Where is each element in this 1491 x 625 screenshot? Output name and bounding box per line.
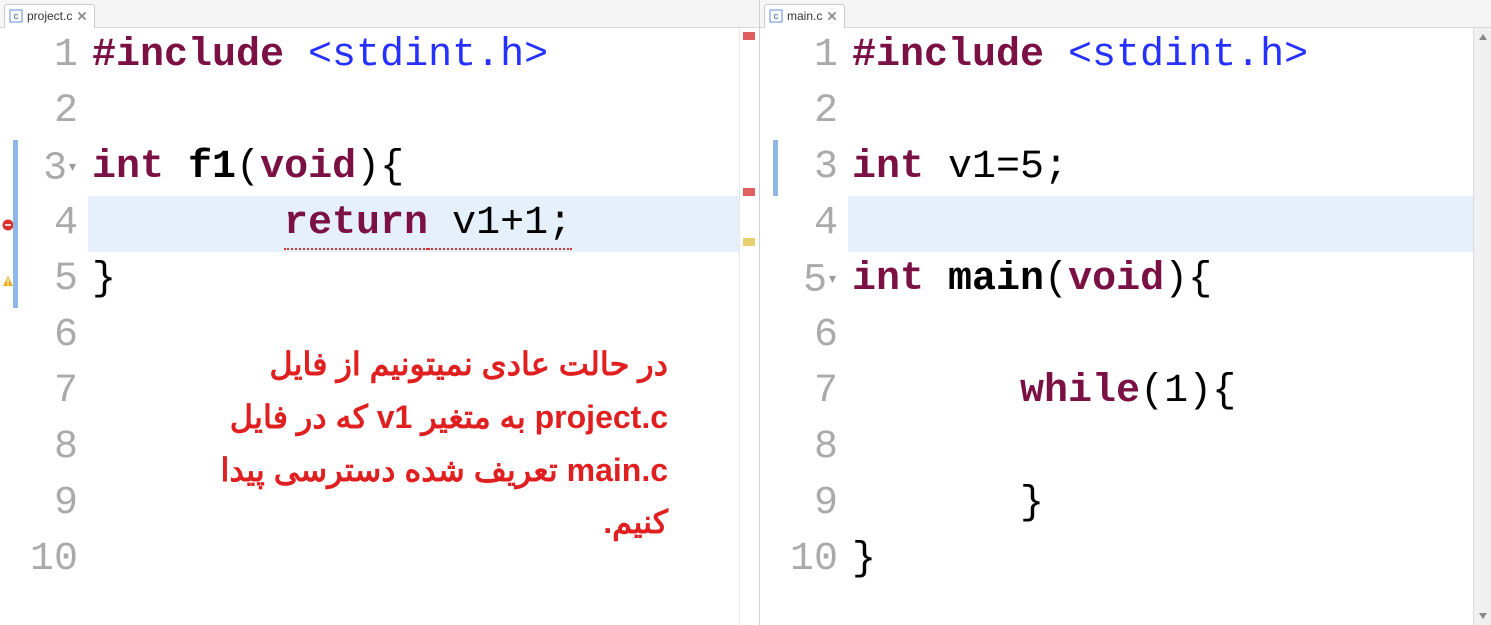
line-number: 7 xyxy=(778,364,838,420)
change-bar xyxy=(13,196,18,252)
editor-pane-right: c main.c 1 2 3 4 5▾ 6 7 8 9 10 #includ xyxy=(760,0,1491,625)
code-line-highlighted[interactable] xyxy=(848,196,1473,252)
code-line[interactable] xyxy=(848,420,1473,476)
line-number: 2 xyxy=(18,84,78,140)
code-line[interactable] xyxy=(88,84,739,140)
overview-error-mark[interactable] xyxy=(743,32,755,40)
svg-text:c: c xyxy=(774,11,779,21)
code-line[interactable]: int v1=5; xyxy=(848,140,1473,196)
marker-ruler xyxy=(0,28,18,625)
code-editor[interactable]: 1 2 3 4 5▾ 6 7 8 9 10 #include <stdint.h… xyxy=(760,28,1491,625)
scrollbar-track[interactable] xyxy=(1474,46,1491,607)
vertical-scrollbar[interactable] xyxy=(1473,28,1491,625)
change-bar xyxy=(13,252,18,308)
line-number: 6 xyxy=(18,308,78,364)
code-line[interactable]: #include <stdint.h> xyxy=(848,28,1473,84)
line-number: 10 xyxy=(18,532,78,588)
close-icon[interactable] xyxy=(826,10,838,22)
line-number: 5▾ xyxy=(778,252,838,308)
line-number: 3▾ xyxy=(18,140,78,196)
tab-bar: c project.c xyxy=(0,0,759,28)
code-line[interactable] xyxy=(848,308,1473,364)
code-line[interactable] xyxy=(848,84,1473,140)
annotation-text: در حالت عادی نمیتونیم از فایل project.c … xyxy=(148,338,668,549)
tab-label: project.c xyxy=(27,9,72,23)
code-line[interactable]: } xyxy=(848,532,1473,588)
code-line[interactable]: int f1(void){ xyxy=(88,140,739,196)
close-icon[interactable] xyxy=(76,10,88,22)
line-number: 9 xyxy=(18,476,78,532)
tab-main-c[interactable]: c main.c xyxy=(764,4,845,28)
line-number: 8 xyxy=(18,420,78,476)
code-line[interactable]: } xyxy=(848,476,1473,532)
line-number-gutter: 1 2 3 4 5▾ 6 7 8 9 10 xyxy=(778,28,848,625)
code-line[interactable]: int main(void){ xyxy=(848,252,1473,308)
tab-bar: c main.c xyxy=(760,0,1491,28)
code-area[interactable]: #include <stdint.h> int v1=5; int main(v… xyxy=(848,28,1473,625)
scroll-up-icon[interactable] xyxy=(1474,28,1491,46)
code-line[interactable]: #include <stdint.h> xyxy=(88,28,739,84)
line-number: 6 xyxy=(778,308,838,364)
change-bar xyxy=(773,140,778,196)
line-number: 4 xyxy=(18,196,78,252)
svg-text:c: c xyxy=(14,11,19,21)
line-number: 4 xyxy=(778,196,838,252)
tab-project-c[interactable]: c project.c xyxy=(4,4,95,28)
overview-error-mark[interactable] xyxy=(743,188,755,196)
code-line[interactable]: while(1){ xyxy=(848,364,1473,420)
fold-toggle-icon[interactable]: ▾ xyxy=(67,158,78,178)
editor-pane-left: c project.c 1 2 xyxy=(0,0,760,625)
overview-ruler[interactable] xyxy=(739,28,759,625)
tab-label: main.c xyxy=(787,9,822,23)
code-line-highlighted[interactable]: return v1+1; xyxy=(88,196,739,252)
line-number: 8 xyxy=(778,420,838,476)
line-number: 3 xyxy=(778,140,838,196)
scroll-down-icon[interactable] xyxy=(1474,607,1491,625)
line-number: 10 xyxy=(778,532,838,588)
code-editor[interactable]: 1 2 3▾ 4 5 6 7 8 9 10 #include <stdint.h… xyxy=(0,28,759,625)
c-file-icon: c xyxy=(769,9,783,23)
c-file-icon: c xyxy=(9,9,23,23)
line-number: 9 xyxy=(778,476,838,532)
marker-ruler xyxy=(760,28,778,625)
line-number-gutter: 1 2 3▾ 4 5 6 7 8 9 10 xyxy=(18,28,88,625)
change-bar xyxy=(13,140,18,196)
overview-warn-mark[interactable] xyxy=(743,238,755,246)
line-number: 7 xyxy=(18,364,78,420)
line-number: 1 xyxy=(778,28,838,84)
line-number: 1 xyxy=(18,28,78,84)
code-area[interactable]: #include <stdint.h> int f1(void){ return… xyxy=(88,28,739,625)
code-line[interactable]: } xyxy=(88,252,739,308)
line-number: 5 xyxy=(18,252,78,308)
fold-toggle-icon[interactable]: ▾ xyxy=(827,270,838,290)
line-number: 2 xyxy=(778,84,838,140)
